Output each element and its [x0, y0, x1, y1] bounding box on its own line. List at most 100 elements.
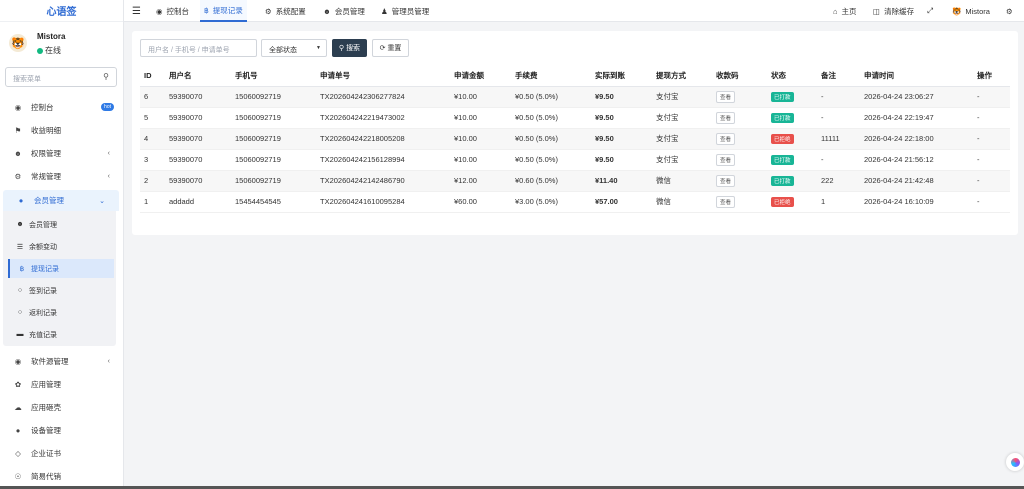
dashboard-icon: ◉ [156, 6, 163, 16]
fullscreen-icon[interactable]: ⤢ [927, 0, 933, 22]
submenu-item-checkin[interactable]: ○ 签到记录 [8, 281, 114, 300]
cell-amount: ¥60.00 [450, 191, 511, 213]
cell-order: TX202604241610095284 [316, 191, 450, 213]
tab-withdrawals[interactable]: ฿提现记录 [200, 0, 247, 22]
submenu-item-members[interactable]: ☻ 会员管理 [8, 215, 114, 234]
cell-amount: ¥10.00 [450, 86, 511, 108]
search-button[interactable]: ⚲ 搜索 [332, 39, 367, 57]
tab-members[interactable]: ☻ 会员管理 [323, 0, 365, 22]
submenu-item-recharge[interactable]: ▬ 充值记录 [8, 325, 114, 344]
cell-time: 2026-04-24 22:18:00 [860, 128, 973, 150]
cell-note: - [817, 149, 860, 171]
sidebar-item-devices[interactable]: ● 设备管理 [0, 420, 124, 441]
cell-op: - [973, 86, 1010, 108]
cell-actual: ¥9.50 [591, 149, 652, 171]
sidebar-item-sources[interactable]: ◉ 软件源管理 ‹ [0, 351, 124, 372]
view-qr-button[interactable]: 查看 [716, 90, 736, 103]
cell-time: 2026-04-24 21:42:48 [860, 170, 973, 192]
qr-cell: 查看 [712, 86, 767, 108]
view-qr-button[interactable]: 查看 [716, 111, 736, 124]
column-header: 用户名 [165, 65, 231, 87]
cell-order: TX20260424230627782​4 [316, 86, 450, 108]
view-qr-button[interactable]: 查看 [716, 174, 736, 187]
users-icon: ☻ [323, 6, 331, 16]
qr-cell: 查看 [712, 149, 767, 171]
cell-op: - [973, 107, 1010, 129]
cell-id: 1 [140, 191, 165, 213]
sidebar-item-permissions[interactable]: ☻ 权限管理 ‹ [0, 143, 124, 164]
user-menu[interactable]: 🐯 Mistora [952, 0, 990, 22]
cell-method: 支付宝 [652, 107, 712, 129]
settings-gears-icon[interactable]: ⚙ [1006, 0, 1013, 22]
sidebar-item-label: 权限管理 [31, 149, 61, 158]
search-icon[interactable]: ⚲ [103, 72, 109, 81]
cell-fee: ¥3.00 (5.0%) [511, 191, 591, 213]
bitcoin-icon: ฿ [204, 5, 209, 15]
sidebar-item-apps[interactable]: ✿ 应用管理 [0, 374, 124, 395]
sidebar-item-earnings[interactable]: ⚑ 收益明细 [0, 120, 124, 141]
chevron-left-icon: ‹ [107, 150, 110, 157]
user-status-label: 在线 [45, 46, 61, 55]
cell-fee: ¥0.50 (5.0%) [511, 86, 591, 108]
submenu-item-withdrawals[interactable]: ฿ 提现记录 [8, 259, 114, 278]
menu-search-placeholder: 搜索菜单 [13, 76, 41, 83]
cell-note: 1 [817, 191, 860, 213]
cell-order: TX202604242156128994 [316, 149, 450, 171]
status-badge: 已打款 [771, 91, 794, 102]
status-badge: 已打款 [771, 175, 794, 186]
cell-time: 2026-04-24 23:06:27 [860, 86, 973, 108]
status-cell: 已拒绝 [767, 128, 817, 150]
submenu-item-balance[interactable]: ☰ 余额变动 [8, 237, 114, 256]
app-logo[interactable]: 心语签 [0, 0, 123, 22]
clear-cache-label: 清除缓存 [884, 6, 915, 16]
assistant-icon [1010, 457, 1020, 467]
home-icon: ⌂ [833, 6, 838, 16]
reset-button[interactable]: ⟳ 重置 [372, 39, 409, 57]
refresh-icon: ⟳ [379, 45, 386, 52]
sidebar-item-decrypt[interactable]: ☁ 应用砸壳 [0, 397, 124, 418]
home-link[interactable]: ⌂ 主页 [833, 0, 857, 22]
table-row: 6 59390070 15060092719 TX20260424230627782​… [140, 86, 1010, 108]
sidebar-item-label: 会员管理 [34, 196, 64, 205]
tab-dashboard[interactable]: ◉ 控制台 [156, 0, 189, 22]
sidebar-item-general[interactable]: ⚙ 常规管理 ‹ [0, 166, 124, 187]
submenu-item-rebate[interactable]: ○ 返利记录 [8, 303, 114, 322]
view-qr-button[interactable]: 查看 [716, 153, 736, 166]
cell-actual: ¥9.50 [591, 86, 652, 108]
sidebar-item-certificates[interactable]: ◇ 企业证书 [0, 443, 124, 464]
sidebar-item-resale[interactable]: ☉ 简易代销 [0, 466, 124, 487]
search-button-label: 搜索 [346, 45, 361, 52]
members-submenu: ☻ 会员管理 ☰ 余额变动 ฿ 提现记录 ○ 签到记录 ○ 返利记录 ▬ 充值记录 [3, 211, 116, 346]
sidebar-item-members[interactable]: ● 会员管理 ⌄ [3, 190, 119, 211]
floating-assistant-button[interactable] [1006, 453, 1024, 471]
cell-fee: ¥0.60 (5.0%) [511, 170, 591, 192]
hamburger-menu-icon[interactable]: ☰ [132, 0, 141, 22]
diamond-icon: ◇ [15, 449, 21, 458]
view-qr-button[interactable]: 查看 [716, 195, 736, 208]
sidebar-item-dashboard[interactable]: ◉ 控制台 hot [0, 97, 124, 118]
view-qr-button[interactable]: 查看 [716, 132, 736, 145]
menu-search-input[interactable]: 搜索菜单 ⚲ [5, 67, 117, 87]
status-badge: 已打款 [771, 112, 794, 123]
globe-icon: ☉ [14, 472, 22, 481]
sidebar-item-label: 应用砸壳 [31, 403, 61, 412]
caret-down-icon: ▼ [316, 45, 321, 51]
status-cell: 已打款 [767, 86, 817, 108]
cell-order: TX202604242142486790 [316, 170, 450, 192]
column-header: 手机号 [231, 65, 316, 87]
cell-phone: 15060092719 [231, 170, 316, 192]
tab-system-config[interactable]: ⚙ 系统配置 [265, 0, 306, 22]
clear-cache-button[interactable]: ◫ 清除缓存 [873, 0, 914, 22]
cell-order: TX202604242219473002 [316, 107, 450, 129]
qr-cell: 查看 [712, 107, 767, 129]
gears-icon: ⚙ [14, 172, 22, 181]
status-cell: 已打款 [767, 149, 817, 171]
cell-op: - [973, 191, 1010, 213]
cell-id: 5 [140, 107, 165, 129]
status-select[interactable]: 全部状态 ▼ [261, 39, 327, 57]
submenu-item-label: 签到记录 [29, 287, 57, 295]
cell-method: 支付宝 [652, 86, 712, 108]
search-input[interactable]: 用户名 / 手机号 / 申请单号 [140, 39, 257, 57]
users-icon: ☻ [16, 221, 24, 228]
tab-admins[interactable]: ♟ 管理员管理 [381, 0, 429, 22]
